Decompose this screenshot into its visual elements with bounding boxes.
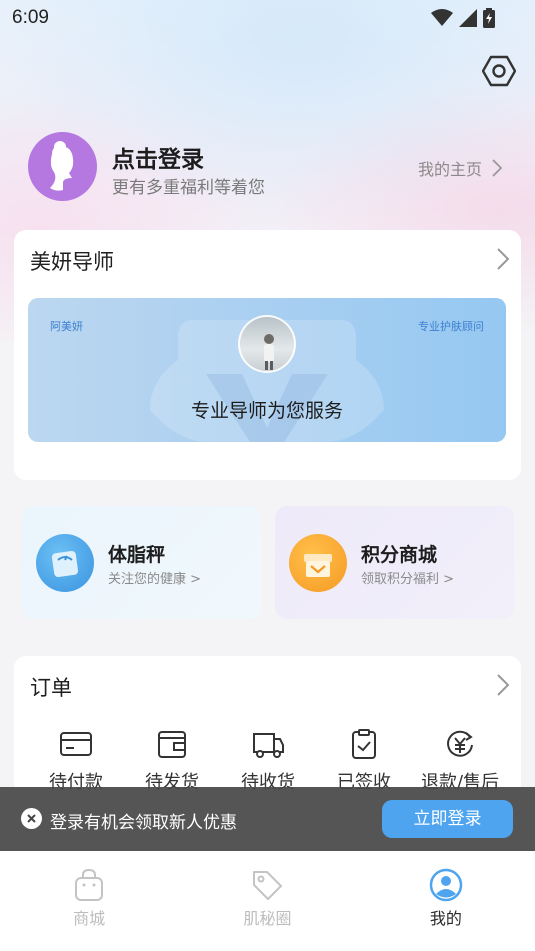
advisor-name: 阿美妍 [50, 320, 83, 333]
status-bar: 6:09 [0, 0, 535, 38]
tab-label: 我的 [429, 909, 462, 928]
login-promo-toast: 登录有机会领取新人优惠 立即登录 [0, 787, 535, 851]
order-pending-shipment[interactable]: 待发货 [124, 726, 220, 796]
scale-icon [36, 534, 94, 592]
signal-icon [459, 9, 477, 27]
advisor-card: 美妍导师 阿美妍 专业护肤顾问 专业导师为您服务 [14, 230, 521, 480]
default-avatar-icon [50, 141, 74, 191]
advisor-role: 专业护肤顾问 [418, 320, 484, 333]
clipboard-check-icon [352, 729, 376, 759]
scale-subtitle: 关注您的健康 > [108, 572, 202, 587]
order-refund-aftersale[interactable]: 退款/售后 [412, 726, 508, 796]
tab-skin-circle[interactable]: 肌秘圈 [178, 851, 356, 951]
gift-box-icon [289, 534, 347, 592]
status-icons [431, 8, 495, 28]
chevron-right-icon [492, 159, 502, 177]
points-mall-title: 积分商城 [361, 544, 438, 566]
my-homepage-label: 我的主页 [417, 160, 482, 179]
order-status-list: 待付款 待发货 待收货 已签收 退款/售后 [14, 726, 521, 796]
tab-mall[interactable]: 商城 [0, 851, 178, 951]
truck-icon [253, 733, 284, 758]
order-signed[interactable]: 已签收 [316, 726, 412, 796]
login-title[interactable]: 点击登录 [112, 140, 204, 174]
scale-title: 体脂秤 [108, 544, 166, 566]
status-time: 6:09 [12, 7, 49, 28]
tab-label: 商城 [73, 909, 106, 928]
advisor-title[interactable]: 美妍导师 [30, 246, 114, 276]
close-icon[interactable] [21, 808, 42, 829]
order-pending-payment[interactable]: 待付款 [28, 726, 124, 796]
user-circle-icon [429, 868, 463, 902]
battery-icon [483, 8, 495, 28]
wallet-icon [158, 731, 186, 758]
advisor-banner[interactable]: 阿美妍 专业护肤顾问 专业导师为您服务 [28, 298, 506, 442]
advisor-avatar [238, 315, 296, 373]
login-now-button[interactable]: 立即登录 [382, 800, 513, 838]
shopping-bag-icon [75, 868, 104, 901]
toast-message: 登录有机会领取新人优惠 [50, 813, 237, 833]
settings-icon[interactable] [482, 54, 516, 88]
tab-label: 肌秘圈 [243, 909, 292, 928]
order-pending-receipt[interactable]: 待收货 [220, 726, 316, 796]
wifi-icon [431, 9, 453, 26]
bottom-tab-bar: 商城 肌秘圈 我的 [0, 851, 535, 951]
body-fat-scale-card[interactable]: 体脂秤 关注您的健康 > [22, 506, 261, 619]
tab-mine[interactable]: 我的 [357, 851, 535, 951]
chevron-right-icon[interactable] [497, 248, 509, 270]
advisor-slogan: 专业导师为您服务 [190, 400, 343, 422]
avatar[interactable] [28, 132, 97, 201]
points-mall-card[interactable]: 积分商城 领取积分福利 > [275, 506, 514, 619]
points-mall-subtitle: 领取积分福利 > [361, 572, 455, 587]
tag-icon [253, 871, 283, 900]
refund-yen-icon [447, 730, 473, 757]
card-icon [60, 732, 92, 756]
login-subtitle: 更有多重福利等着您 [112, 178, 265, 198]
my-homepage-link[interactable]: 我的主页 [418, 156, 502, 180]
profile-header[interactable]: 点击登录 更有多重福利等着您 我的主页 [28, 132, 508, 202]
chevron-right-icon[interactable] [497, 674, 509, 696]
orders-title[interactable]: 订单 [30, 672, 72, 702]
